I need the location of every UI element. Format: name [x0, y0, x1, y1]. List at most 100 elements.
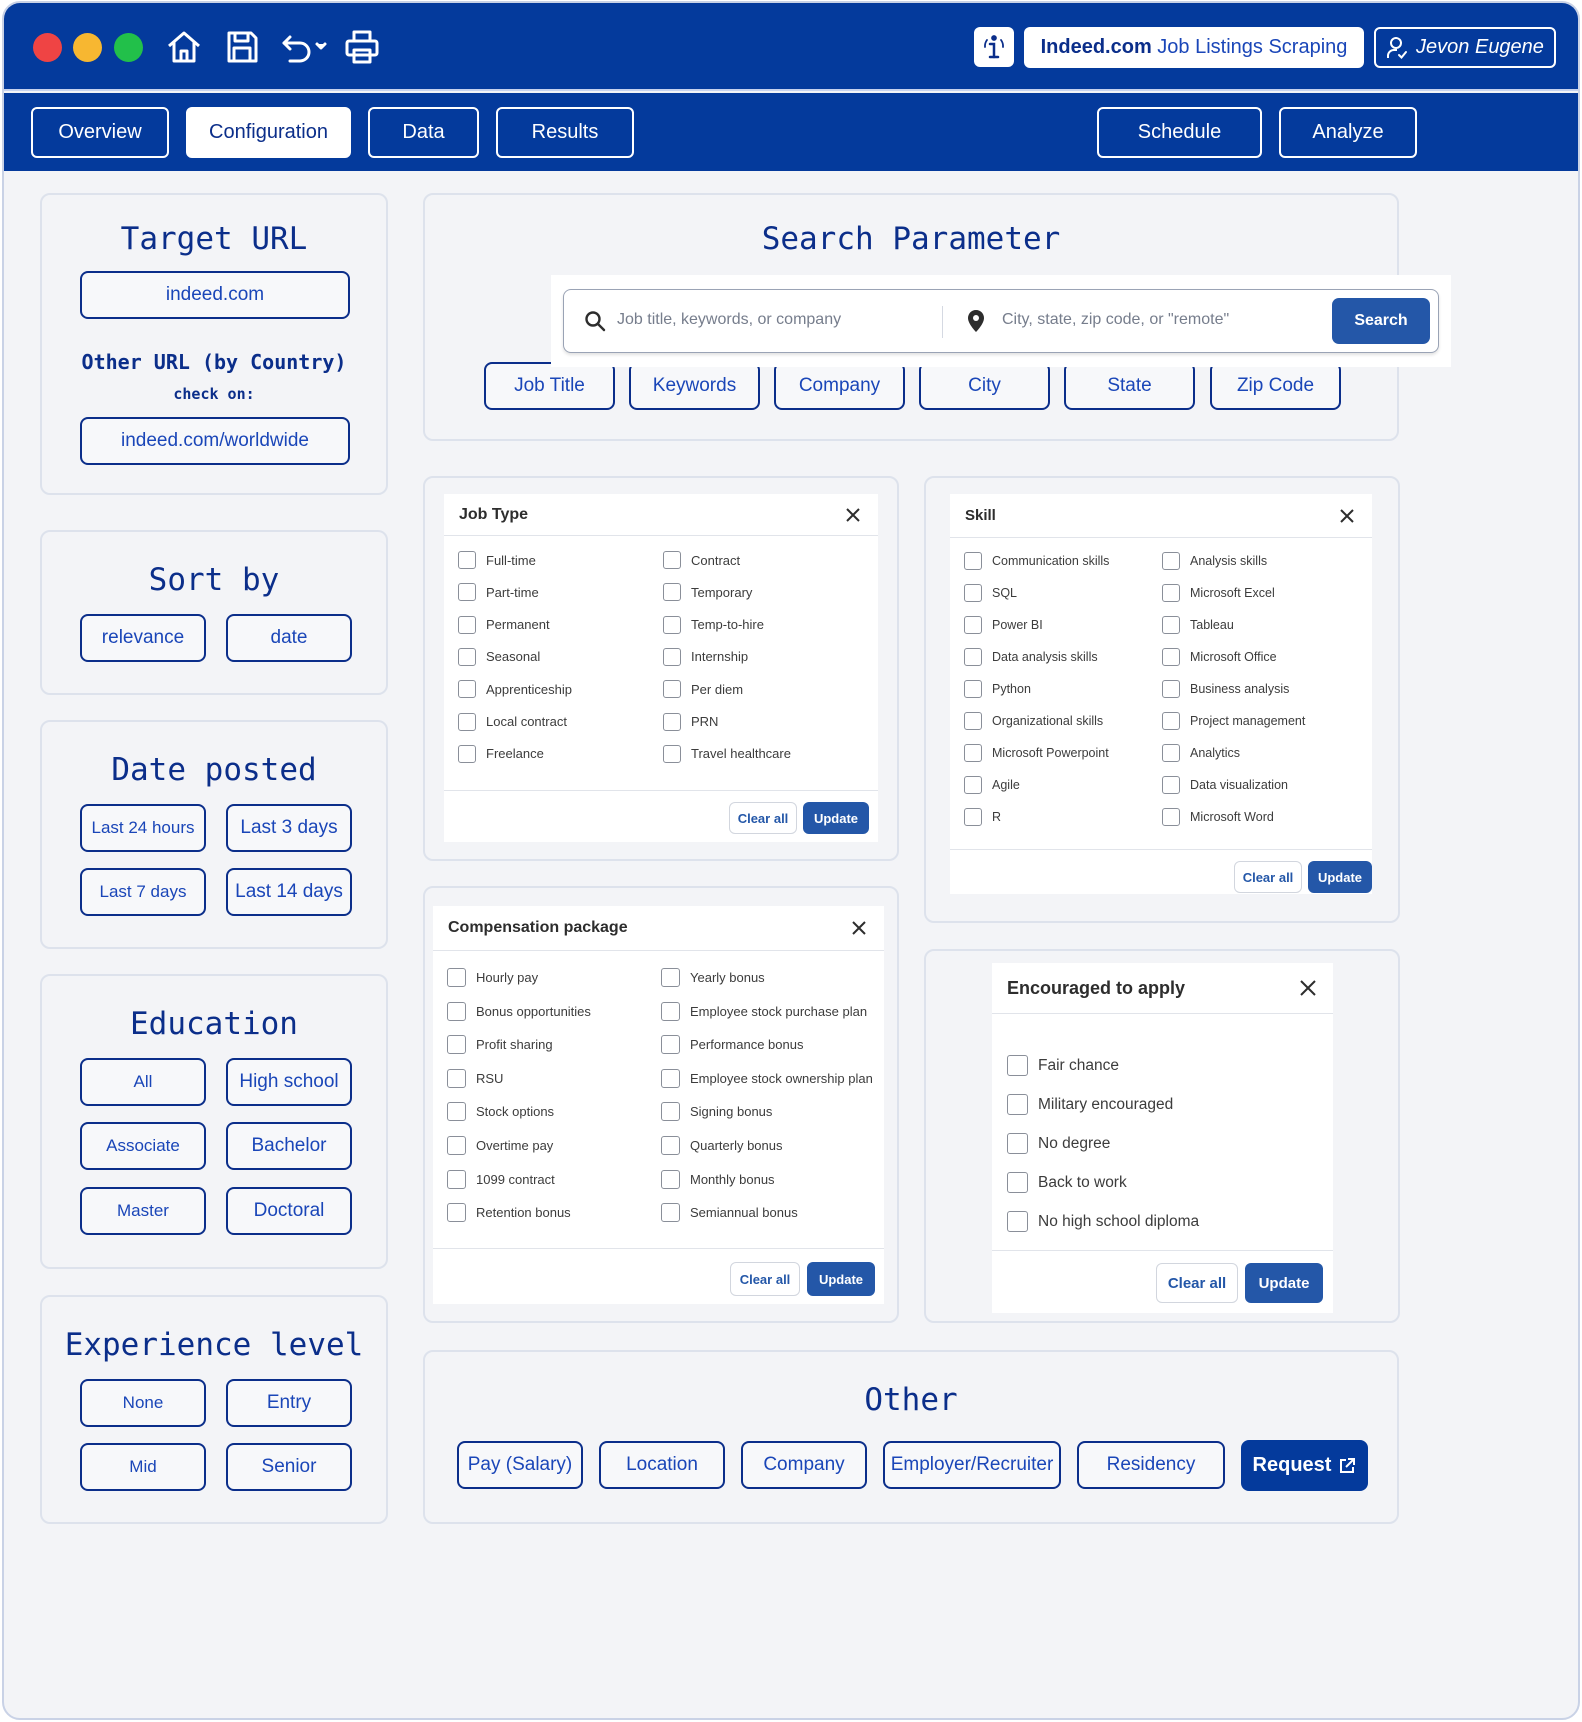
checkbox[interactable]: [447, 1102, 466, 1122]
job-type-option[interactable]: PRN: [663, 712, 718, 731]
compensation-option[interactable]: Quarterly bonus: [661, 1136, 783, 1155]
skill-option[interactable]: Data analysis skills: [964, 648, 1098, 666]
skill-option[interactable]: R: [964, 808, 1001, 826]
checkbox[interactable]: [964, 584, 982, 602]
checkbox[interactable]: [663, 680, 681, 699]
compensation-option[interactable]: Monthly bonus: [661, 1169, 775, 1189]
job-type-option[interactable]: Local contract: [458, 712, 567, 731]
checkbox[interactable]: [1162, 552, 1180, 570]
job-type-option[interactable]: Freelance: [458, 744, 544, 763]
compensation-option[interactable]: Performance bonus: [661, 1035, 803, 1055]
schedule-button[interactable]: Schedule: [1097, 107, 1262, 158]
sort-relevance-button[interactable]: relevance: [80, 614, 206, 662]
job-type-clear-button[interactable]: Clear all: [729, 802, 797, 834]
checkbox[interactable]: [458, 712, 476, 731]
checkbox[interactable]: [661, 1169, 680, 1189]
job-type-option[interactable]: Per diem: [663, 680, 743, 699]
checkbox[interactable]: [661, 968, 680, 987]
checkbox[interactable]: [964, 776, 982, 794]
checkbox[interactable]: [447, 1203, 466, 1223]
checkbox[interactable]: [964, 552, 982, 570]
close-icon[interactable]: [848, 917, 870, 939]
job-type-option[interactable]: Contract: [663, 551, 740, 569]
skill-option[interactable]: Analytics: [1162, 744, 1240, 762]
checkbox[interactable]: [661, 1001, 680, 1021]
home-icon[interactable]: [164, 27, 204, 67]
checkbox[interactable]: [1007, 1055, 1028, 1076]
close-icon[interactable]: [1297, 977, 1319, 999]
checkbox[interactable]: [964, 712, 982, 730]
date-7d-button[interactable]: Last 7 days: [80, 868, 206, 916]
close-icon[interactable]: [842, 504, 864, 526]
checkbox[interactable]: [663, 615, 681, 634]
education-master-button[interactable]: Master: [80, 1187, 206, 1235]
where-input[interactable]: City, state, zip code, or "remote": [1002, 311, 1229, 329]
checkbox[interactable]: [447, 1068, 466, 1088]
job-type-update-button[interactable]: Update: [803, 802, 869, 834]
analyze-button[interactable]: Analyze: [1279, 107, 1417, 158]
checkbox[interactable]: [458, 615, 476, 634]
checkbox[interactable]: [1007, 1172, 1028, 1193]
checkbox[interactable]: [1162, 776, 1180, 794]
checkbox[interactable]: [661, 1136, 680, 1155]
skill-option[interactable]: Power BI: [964, 616, 1043, 634]
undo-icon[interactable]: [280, 27, 328, 67]
checkbox[interactable]: [964, 680, 982, 698]
param-city-button[interactable]: City: [919, 362, 1050, 410]
compensation-option[interactable]: Retention bonus: [447, 1203, 571, 1223]
compensation-option[interactable]: Yearly bonus: [661, 968, 765, 987]
checkbox[interactable]: [458, 680, 476, 699]
experience-entry-button[interactable]: Entry: [226, 1379, 352, 1427]
date-24h-button[interactable]: Last 24 hours: [80, 804, 206, 852]
job-type-option[interactable]: Travel healthcare: [663, 744, 791, 763]
skill-option[interactable]: Agile: [964, 776, 1020, 794]
encouraged-option[interactable]: No degree: [1007, 1133, 1110, 1154]
param-company-button[interactable]: Company: [774, 362, 905, 410]
minimize-window-button[interactable]: [73, 33, 102, 62]
skill-option[interactable]: Python: [964, 680, 1031, 698]
compensation-option[interactable]: Signing bonus: [661, 1102, 772, 1122]
skill-option[interactable]: Microsoft Word: [1162, 808, 1274, 826]
skill-option[interactable]: Microsoft Powerpoint: [964, 744, 1109, 762]
tab-configuration[interactable]: Configuration: [186, 107, 351, 158]
checkbox[interactable]: [964, 744, 982, 762]
param-state-button[interactable]: State: [1064, 362, 1195, 410]
checkbox[interactable]: [447, 1001, 466, 1021]
encouraged-option[interactable]: No high school diploma: [1007, 1211, 1199, 1232]
encouraged-option[interactable]: Military encouraged: [1007, 1094, 1173, 1115]
job-type-option[interactable]: Apprenticeship: [458, 680, 572, 699]
checkbox[interactable]: [1007, 1133, 1028, 1154]
request-button[interactable]: Request: [1241, 1440, 1368, 1491]
target-url-worldwide[interactable]: indeed.com/worldwide: [80, 417, 350, 465]
experience-none-button[interactable]: None: [80, 1379, 206, 1427]
other-location-button[interactable]: Location: [599, 1441, 725, 1489]
job-type-option[interactable]: Temporary: [663, 583, 752, 602]
other-pay-button[interactable]: Pay (Salary): [457, 1441, 583, 1489]
job-type-option[interactable]: Part-time: [458, 583, 539, 602]
compensation-option[interactable]: Bonus opportunities: [447, 1001, 591, 1021]
close-window-button[interactable]: [33, 33, 62, 62]
skill-option[interactable]: SQL: [964, 584, 1017, 602]
compensation-option[interactable]: Overtime pay: [447, 1136, 553, 1155]
param-job-title-button[interactable]: Job Title: [484, 362, 615, 410]
checkbox[interactable]: [663, 744, 681, 763]
checkbox[interactable]: [447, 1169, 466, 1189]
skill-update-button[interactable]: Update: [1308, 861, 1372, 893]
save-icon[interactable]: [222, 27, 262, 67]
job-type-option[interactable]: Permanent: [458, 615, 550, 634]
close-icon[interactable]: [1336, 505, 1358, 527]
param-keywords-button[interactable]: Keywords: [629, 362, 760, 410]
checkbox[interactable]: [661, 1203, 680, 1223]
job-type-option[interactable]: Seasonal: [458, 647, 540, 666]
checkbox[interactable]: [458, 583, 476, 602]
user-menu[interactable]: Jevon Eugene: [1374, 27, 1556, 68]
checkbox[interactable]: [1162, 808, 1180, 826]
education-bachelor-button[interactable]: Bachelor: [226, 1122, 352, 1170]
skill-scroll-area[interactable]: Communication skills SQL Power BI Data anal…: [950, 538, 1372, 849]
compensation-option[interactable]: Employee stock purchase plan: [661, 1001, 867, 1021]
skill-option[interactable]: Project management: [1162, 712, 1305, 730]
param-zip-code-button[interactable]: Zip Code: [1210, 362, 1341, 410]
compensation-option[interactable]: 1099 contract: [447, 1169, 555, 1189]
skill-option[interactable]: Data visualization: [1162, 776, 1288, 794]
encouraged-option[interactable]: Back to work: [1007, 1172, 1127, 1193]
